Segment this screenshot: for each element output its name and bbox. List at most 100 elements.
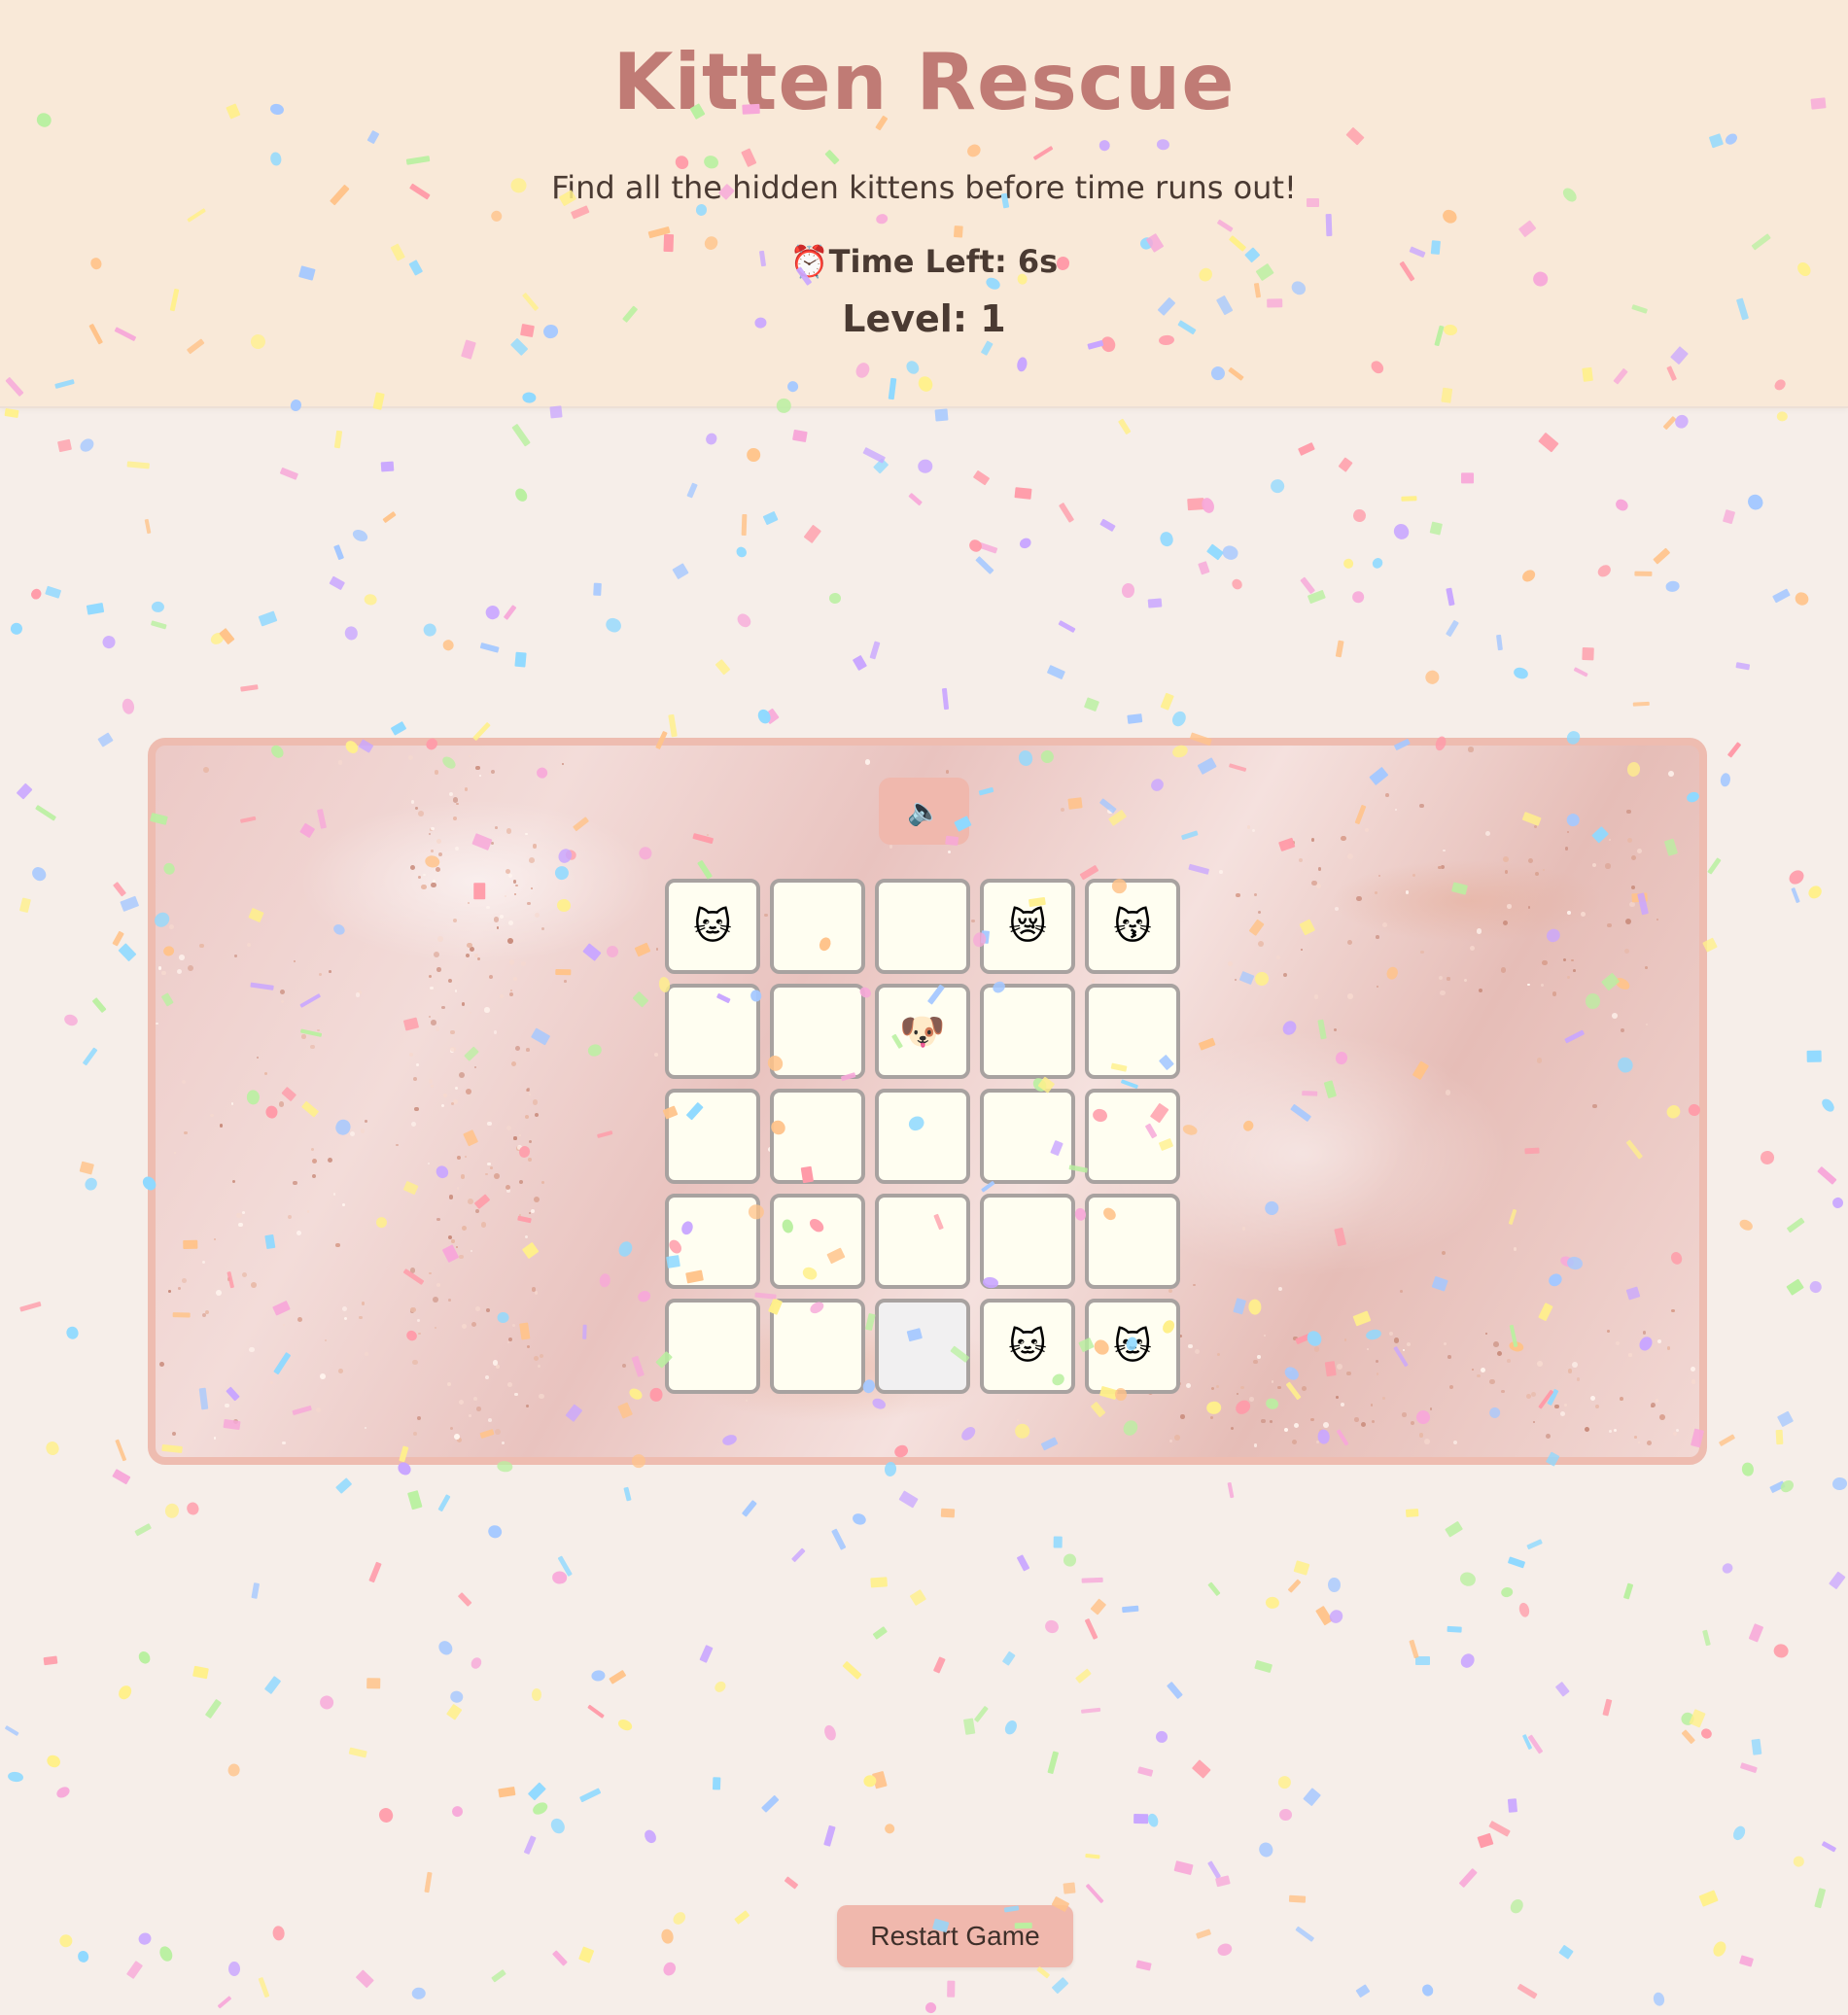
confetti-piece bbox=[869, 640, 881, 659]
glitter-speck bbox=[1107, 808, 1113, 814]
grid-cell[interactable] bbox=[770, 1089, 865, 1184]
glitter-speck bbox=[215, 1289, 222, 1296]
confetti-piece bbox=[446, 1704, 463, 1721]
confetti-piece bbox=[111, 1469, 130, 1485]
glitter-speck bbox=[1420, 951, 1424, 955]
glitter-speck bbox=[1323, 1422, 1330, 1429]
grid-cell[interactable] bbox=[875, 879, 970, 974]
grid-cell[interactable] bbox=[980, 1089, 1075, 1184]
grid-cell[interactable] bbox=[980, 984, 1075, 1079]
grid-cell[interactable] bbox=[875, 1089, 970, 1184]
glitter-speck bbox=[1566, 830, 1569, 833]
confetti-piece bbox=[941, 687, 949, 710]
confetti-piece bbox=[1594, 563, 1613, 580]
grid-cell[interactable]: 🐱 bbox=[1085, 1299, 1180, 1394]
grid-cell[interactable] bbox=[665, 1089, 760, 1184]
confetti-piece bbox=[1718, 1434, 1736, 1446]
confetti-piece bbox=[940, 1509, 955, 1518]
confetti-piece bbox=[16, 782, 33, 800]
confetti-piece bbox=[1134, 1960, 1152, 1972]
confetti-piece bbox=[390, 720, 407, 736]
grid-cell[interactable]: 🐶 bbox=[875, 984, 970, 1079]
grid-cell[interactable]: 🐱 bbox=[980, 1299, 1075, 1394]
glitter-speck bbox=[1534, 871, 1539, 877]
glitter-speck bbox=[533, 1099, 539, 1105]
glitter-speck bbox=[1507, 904, 1512, 909]
confetti-piece bbox=[1085, 1853, 1101, 1859]
confetti-piece bbox=[7, 1771, 24, 1784]
confetti-piece bbox=[377, 1806, 396, 1824]
grid-cell[interactable] bbox=[770, 879, 865, 974]
glitter-speck bbox=[1173, 1435, 1180, 1442]
confetti-piece bbox=[962, 1718, 976, 1736]
glitter-speck bbox=[238, 1222, 244, 1228]
confetti-piece bbox=[587, 1704, 606, 1720]
glitter-speck bbox=[441, 1103, 445, 1107]
glitter-speck bbox=[451, 1102, 455, 1106]
glitter-speck bbox=[528, 1093, 531, 1095]
confetti-piece bbox=[1080, 1707, 1100, 1714]
glitter-speck bbox=[396, 1143, 399, 1147]
glitter-speck bbox=[461, 1002, 465, 1006]
confetti-piece bbox=[368, 1561, 382, 1583]
glitter-speck bbox=[537, 1364, 540, 1368]
confetti-piece bbox=[1701, 1629, 1711, 1647]
grid-cell[interactable]: 🐱 bbox=[665, 879, 760, 974]
glitter-speck bbox=[1655, 1398, 1659, 1403]
confetti-piece bbox=[486, 1523, 504, 1541]
glitter-speck bbox=[412, 1432, 418, 1437]
glitter-speck bbox=[1381, 1396, 1385, 1400]
confetti-piece bbox=[1786, 867, 1807, 887]
grid-cell[interactable] bbox=[1085, 984, 1180, 1079]
grid-cell[interactable] bbox=[770, 1299, 865, 1394]
glitter-speck bbox=[1334, 1027, 1338, 1031]
confetti-piece bbox=[1084, 1618, 1098, 1640]
glitter-speck bbox=[315, 1407, 321, 1413]
glitter-speck bbox=[1559, 1410, 1565, 1416]
glitter-speck bbox=[519, 1179, 524, 1184]
glitter-speck bbox=[490, 769, 495, 774]
confetti-piece bbox=[144, 518, 151, 535]
glitter-speck bbox=[1576, 1377, 1581, 1382]
grid-cell[interactable] bbox=[875, 1299, 970, 1394]
glitter-speck bbox=[337, 1369, 343, 1374]
glitter-speck bbox=[312, 1159, 318, 1164]
glitter-speck bbox=[1261, 1418, 1267, 1424]
confetti-piece bbox=[329, 575, 346, 591]
glitter-speck bbox=[489, 1165, 493, 1169]
glitter-speck bbox=[1667, 771, 1674, 777]
grid-cell[interactable] bbox=[665, 1194, 760, 1289]
mute-button[interactable]: 🔈 bbox=[879, 778, 969, 845]
grid-cell[interactable] bbox=[1085, 1194, 1180, 1289]
glitter-speck bbox=[364, 1119, 367, 1123]
grid-cell[interactable] bbox=[770, 1194, 865, 1289]
confetti-piece bbox=[45, 586, 62, 600]
confetti-piece bbox=[483, 603, 502, 622]
grid-cell[interactable] bbox=[1085, 1089, 1180, 1184]
confetti-piece bbox=[1335, 640, 1344, 658]
grid-cell[interactable] bbox=[770, 984, 865, 1079]
confetti-piece bbox=[76, 1949, 90, 1964]
glitter-speck bbox=[1405, 890, 1409, 894]
grid-cell[interactable] bbox=[980, 1194, 1075, 1289]
grid-cell[interactable]: 😽 bbox=[1085, 879, 1180, 974]
glitter-speck bbox=[242, 1210, 245, 1214]
glitter-speck bbox=[1463, 978, 1467, 982]
glitter-speck bbox=[1527, 905, 1531, 909]
confetti-piece bbox=[263, 1676, 281, 1695]
confetti-piece bbox=[62, 1012, 80, 1028]
grid-cell[interactable] bbox=[875, 1194, 970, 1289]
grid-cell[interactable]: 😿 bbox=[980, 879, 1075, 974]
glitter-speck bbox=[473, 953, 478, 957]
glitter-speck bbox=[512, 976, 517, 981]
restart-button[interactable]: Restart Game bbox=[837, 1905, 1073, 1967]
glitter-speck bbox=[429, 986, 434, 990]
confetti-piece bbox=[671, 1909, 688, 1928]
glitter-speck bbox=[421, 884, 427, 889]
glitter-speck bbox=[335, 1242, 340, 1248]
grid-cell[interactable] bbox=[665, 1299, 760, 1394]
glitter-speck bbox=[1611, 1013, 1618, 1020]
grid-cell[interactable] bbox=[665, 984, 760, 1079]
glitter-speck bbox=[495, 1429, 502, 1436]
glitter-speck bbox=[1484, 1332, 1488, 1336]
